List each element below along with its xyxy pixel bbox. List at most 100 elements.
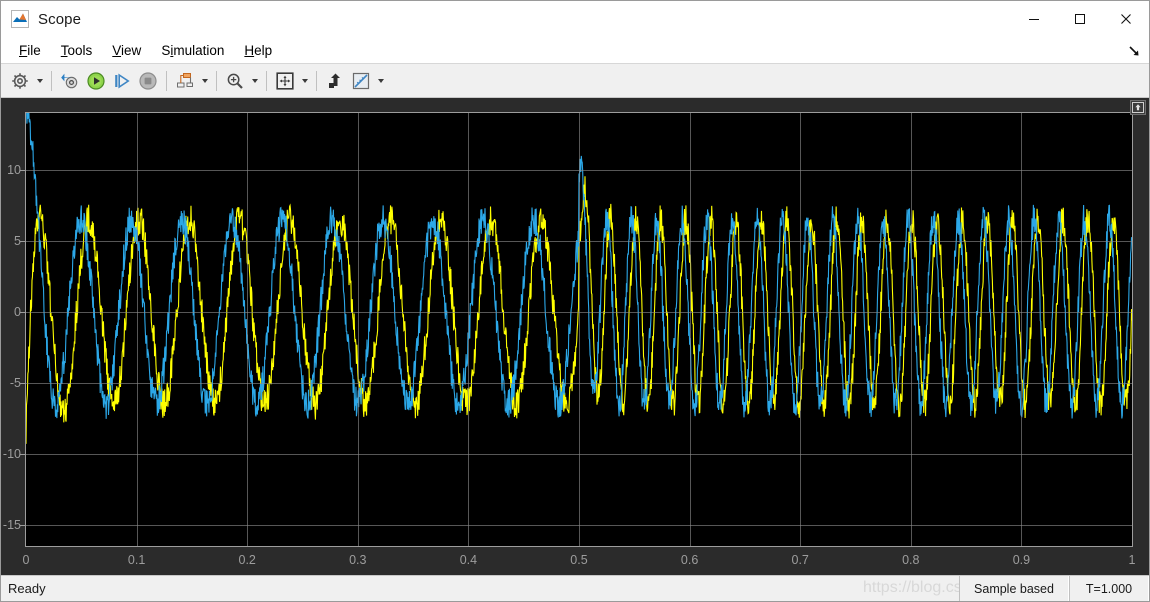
stop-button [135, 68, 161, 94]
toolbar-separator-5 [316, 70, 317, 91]
gridline-vertical [800, 113, 802, 546]
window-title: Scope [38, 10, 82, 28]
x-tick-label: 0.3 [349, 553, 367, 567]
minimize-button[interactable] [1011, 1, 1057, 37]
chevron-down-icon [377, 78, 384, 83]
x-tick-label: 1 [1128, 553, 1136, 567]
menu-file-label-rest: ile [27, 42, 41, 58]
zoom-in-icon [227, 73, 243, 89]
rewind-to-start-button[interactable] [57, 68, 83, 94]
x-tick-label: 0.1 [127, 553, 146, 567]
gridline-horizontal [26, 169, 1132, 171]
x-tick-label: 0.5 [570, 553, 588, 567]
toolbar-separator-1 [51, 70, 52, 91]
close-button[interactable] [1103, 1, 1149, 37]
dock-maximize-icon[interactable] [1130, 100, 1146, 115]
menu-help[interactable]: Help [234, 40, 282, 61]
gridline-vertical [579, 113, 580, 546]
menu-view-label-rest: iew [121, 42, 142, 58]
y-tick-mark [20, 524, 25, 526]
gridline-horizontal [26, 453, 1132, 455]
plot-axes[interactable] [25, 112, 1133, 547]
ruler-icon [352, 72, 370, 89]
x-tick-label: 0 [22, 553, 30, 567]
toolbar-separator-3 [216, 70, 217, 91]
signal-selection-dropdown[interactable] [198, 68, 211, 94]
step-forward-button[interactable] [109, 68, 135, 94]
menu-tools[interactable]: Tools [51, 40, 103, 61]
menu-tools-label-rest: ools [67, 42, 93, 58]
signal-selection-button[interactable] [172, 68, 198, 94]
y-tick-label: -15 [2, 517, 21, 532]
minimize-icon [1029, 19, 1039, 20]
measurements-dropdown[interactable] [374, 68, 387, 94]
y-tick-label: -10 [2, 446, 21, 461]
x-tick-label: 0.2 [238, 553, 256, 567]
configuration-properties-button[interactable] [7, 68, 33, 94]
window-controls [1011, 1, 1149, 37]
zoom-in-dropdown[interactable] [248, 68, 261, 94]
rewind-icon [61, 73, 78, 88]
menu-view[interactable]: View [102, 40, 151, 61]
stop-icon [139, 71, 157, 90]
close-icon [1121, 14, 1131, 24]
menu-bar: File Tools View Simulation Help [1, 37, 1149, 64]
zoom-in-button[interactable] [222, 68, 248, 94]
y-tick-mark [20, 453, 25, 455]
y-tick-mark [20, 311, 25, 313]
gridline-vertical [357, 113, 359, 546]
x-tick-label: 0.6 [680, 553, 699, 567]
y-tick-mark [20, 169, 25, 171]
toolbar-separator-4 [266, 70, 267, 91]
gridline-horizontal [26, 382, 1132, 384]
scope-figure: 10 5 0 -5 -10 -15 0 0.1 0.2 0.3 0.4 0.5 0.6 0.7 0.8 0.… [1, 98, 1149, 575]
scope-window: Scope File Tools View Simulation Help 10… [0, 0, 1150, 602]
gridline-vertical [910, 113, 912, 546]
menu-simulation-label-pre: S [161, 42, 171, 58]
menu-simulation[interactable]: Simulation [151, 40, 234, 61]
x-tick-label: 0.7 [791, 553, 809, 567]
matlab-scope-icon [11, 10, 29, 28]
gridline-horizontal [26, 240, 1132, 242]
menu-simulation-label-rest: mulation [173, 42, 225, 58]
gridline-vertical [689, 113, 691, 546]
gridline-horizontal [26, 524, 1132, 526]
autoscale-icon [276, 71, 294, 90]
signal-selection-icon [177, 72, 193, 87]
step-forward-icon [115, 73, 130, 88]
toolbar [1, 64, 1149, 98]
gridline-vertical [1021, 113, 1023, 546]
chevron-down-icon [36, 78, 43, 83]
chevron-down-icon [301, 78, 308, 83]
y-tick-label: 10 [7, 162, 21, 177]
title-bar: Scope [1, 1, 1149, 37]
gear-icon [12, 72, 28, 89]
chevron-down-icon [251, 78, 258, 83]
y-tick-mark [20, 382, 25, 384]
menu-help-label-rest: elp [254, 42, 273, 58]
run-button[interactable] [83, 68, 109, 94]
play-icon [87, 71, 105, 90]
highlight-block-button[interactable] [322, 68, 348, 94]
simulation-time-cell: T=1.000 [1069, 576, 1149, 601]
undock-arrow-icon[interactable] [1125, 41, 1143, 59]
configuration-properties-dropdown[interactable] [33, 68, 46, 94]
autoscale-dropdown[interactable] [298, 68, 311, 94]
maximize-button[interactable] [1057, 1, 1103, 37]
frame-mode-cell: Sample based [959, 576, 1069, 601]
maximize-icon [1075, 14, 1085, 24]
x-tick-label: 0.9 [1012, 553, 1031, 567]
measurements-button[interactable] [348, 68, 374, 94]
autoscale-button[interactable] [272, 68, 298, 94]
gridline-vertical [247, 113, 249, 546]
chevron-down-icon [201, 78, 208, 83]
gridline-vertical [136, 113, 138, 546]
toolbar-separator-2 [166, 70, 167, 91]
highlight-block-icon [329, 73, 340, 88]
menu-file[interactable]: File [9, 40, 51, 61]
gridline-horizontal [26, 311, 1132, 313]
gridline-vertical [468, 113, 470, 546]
y-tick-mark [20, 240, 25, 242]
status-text: Ready [8, 581, 46, 596]
x-tick-label: 0.4 [459, 553, 478, 567]
